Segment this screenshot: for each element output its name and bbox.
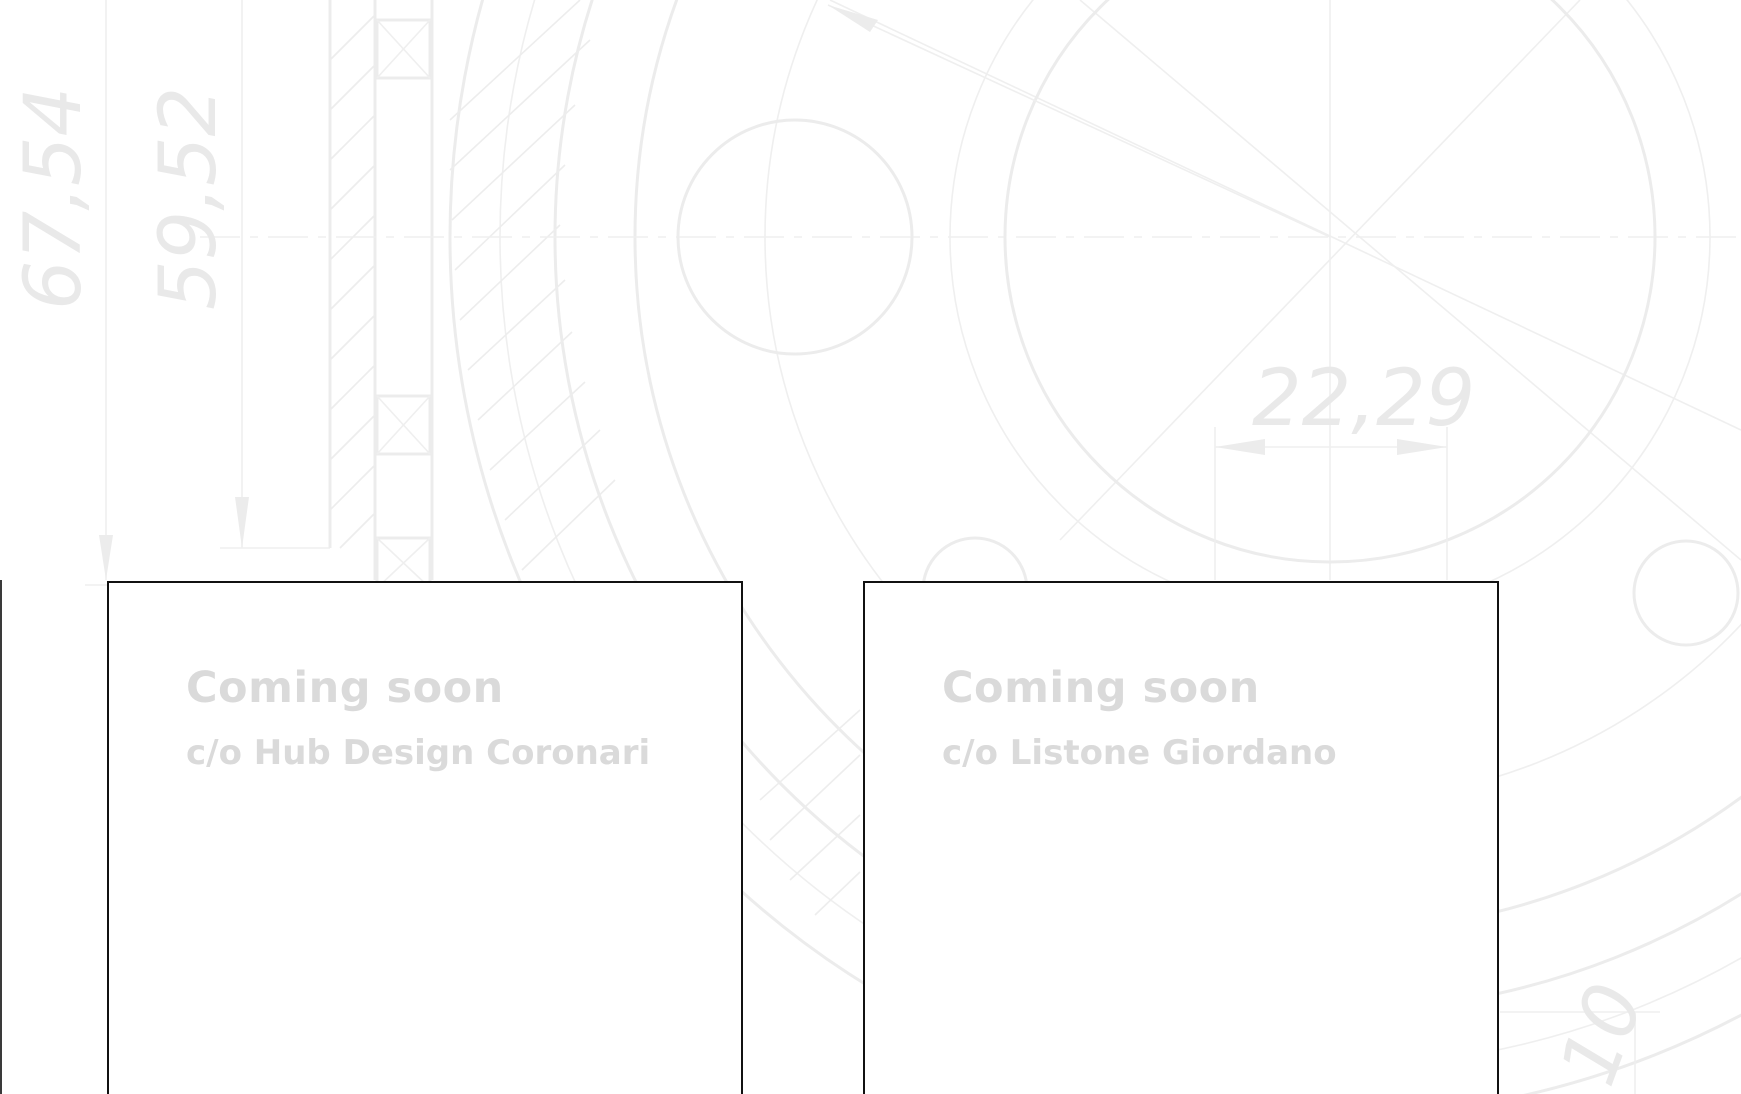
- dimension-label-2: 59,52: [144, 87, 234, 310]
- coming-soon-card-hub-design-coronari[interactable]: Coming soon c/o Hub Design Coronari: [107, 581, 743, 1094]
- card-subtitle: c/o Listone Giordano: [942, 733, 1337, 773]
- left-card-edge: [0, 580, 2, 1094]
- card-subtitle: c/o Hub Design Coronari: [186, 733, 651, 773]
- page: 67,54 59,52 22,29 10 Coming soon c/o Hub…: [0, 0, 1741, 1094]
- card-title: Coming soon: [186, 663, 504, 713]
- coming-soon-card-listone-giordano[interactable]: Coming soon c/o Listone Giordano: [863, 581, 1499, 1094]
- card-title: Coming soon: [942, 663, 1260, 713]
- dimension-label-3: 22,29: [1252, 354, 1475, 444]
- dimension-label-1: 67,54: [9, 87, 99, 310]
- dimension-label-4: 10: [1543, 972, 1662, 1094]
